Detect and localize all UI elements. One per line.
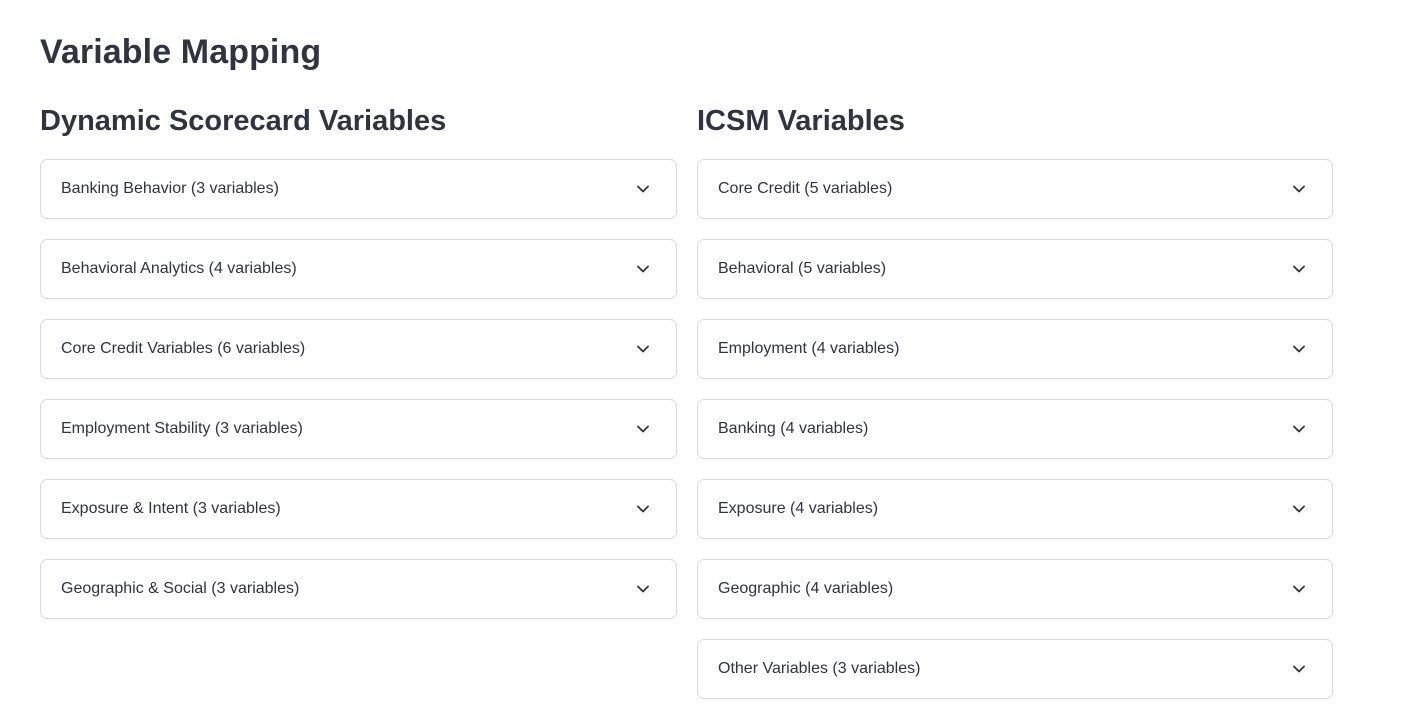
chevron-down-icon [1286, 656, 1312, 682]
expander-employment[interactable]: Employment (4 variables) [697, 319, 1333, 379]
expander-label: Banking Behavior (3 variables) [61, 180, 279, 197]
chevron-down-icon [630, 416, 656, 442]
icsm-title: ICSM Variables [697, 105, 905, 137]
expander-label: Banking (4 variables) [718, 420, 869, 437]
expander-exposure[interactable]: Exposure (4 variables) [697, 479, 1333, 539]
expander-label: Geographic & Social (3 variables) [61, 580, 300, 597]
variable-mapping-page: Variable Mapping Dynamic Scorecard Varia… [0, 0, 1408, 725]
chevron-down-icon [630, 256, 656, 282]
chevron-down-icon [1286, 416, 1312, 442]
icsm-column: ICSM Variables Core Credit (5 variables)… [697, 102, 1333, 719]
expander-other-variables[interactable]: Other Variables (3 variables) [697, 639, 1333, 699]
expander-exposure-intent[interactable]: Exposure & Intent (3 variables) [40, 479, 677, 539]
chevron-down-icon [630, 496, 656, 522]
expander-label: Core Credit (5 variables) [718, 180, 893, 197]
chevron-down-icon [1286, 496, 1312, 522]
chevron-down-icon [630, 336, 656, 362]
expander-label: Behavioral Analytics (4 variables) [61, 260, 297, 277]
page-title: Variable Mapping [40, 33, 322, 71]
expander-behavioral[interactable]: Behavioral (5 variables) [697, 239, 1333, 299]
expander-label: Behavioral (5 variables) [718, 260, 887, 277]
expander-core-credit-variables[interactable]: Core Credit Variables (6 variables) [40, 319, 677, 379]
expander-geographic[interactable]: Geographic (4 variables) [697, 559, 1333, 619]
expander-geographic-social[interactable]: Geographic & Social (3 variables) [40, 559, 677, 619]
expander-label: Employment (4 variables) [718, 340, 900, 357]
expander-employment-stability[interactable]: Employment Stability (3 variables) [40, 399, 677, 459]
chevron-down-icon [1286, 176, 1312, 202]
chevron-down-icon [1286, 576, 1312, 602]
expander-banking-behavior[interactable]: Banking Behavior (3 variables) [40, 159, 677, 219]
expander-label: Exposure & Intent (3 variables) [61, 500, 281, 517]
expander-label: Other Variables (3 variables) [718, 660, 921, 677]
expander-behavioral-analytics[interactable]: Behavioral Analytics (4 variables) [40, 239, 677, 299]
expander-label: Employment Stability (3 variables) [61, 420, 303, 437]
expander-label: Exposure (4 variables) [718, 500, 879, 517]
expander-core-credit[interactable]: Core Credit (5 variables) [697, 159, 1333, 219]
expander-banking[interactable]: Banking (4 variables) [697, 399, 1333, 459]
chevron-down-icon [1286, 256, 1312, 282]
dynamic-scorecard-title: Dynamic Scorecard Variables [40, 105, 447, 137]
expander-label: Core Credit Variables (6 variables) [61, 340, 306, 357]
chevron-down-icon [1286, 336, 1312, 362]
expander-label: Geographic (4 variables) [718, 580, 894, 597]
dynamic-scorecard-column: Dynamic Scorecard Variables Banking Beha… [40, 102, 677, 639]
chevron-down-icon [630, 176, 656, 202]
chevron-down-icon [630, 576, 656, 602]
